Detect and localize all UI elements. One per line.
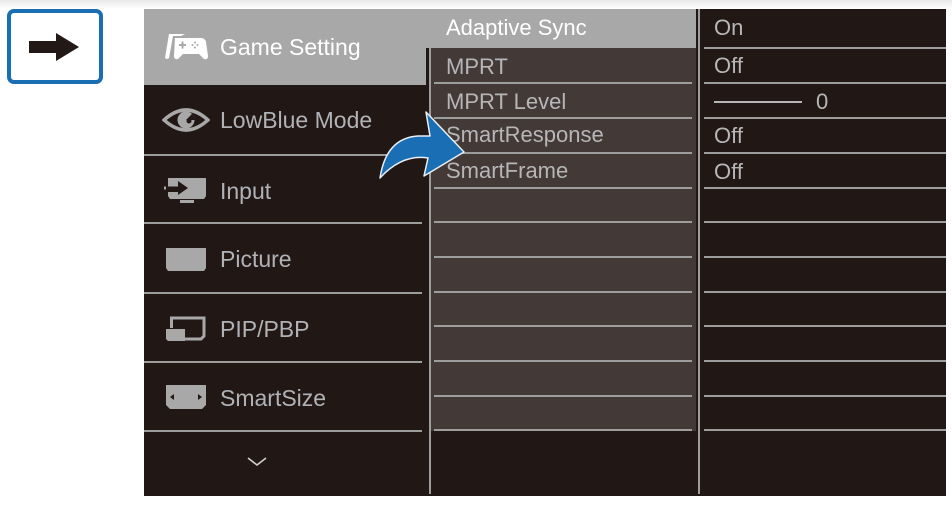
menu-item-label: Game Setting xyxy=(220,33,361,60)
curved-arrow-icon xyxy=(379,111,465,179)
row-divider xyxy=(704,221,946,223)
submenu-item-mprt[interactable]: MPRT xyxy=(446,50,686,84)
submenu-item-adaptive-sync[interactable]: Adaptive Sync xyxy=(446,11,686,45)
menu-item-pip-pbp[interactable]: PIP/PBP xyxy=(144,294,422,364)
value-column: On Off 0 Off Off xyxy=(696,9,946,496)
picture-icon xyxy=(162,243,210,275)
mprt-level-slider[interactable] xyxy=(714,101,802,103)
submenu: Adaptive Sync MPRT MPRT Level SmartRespo… xyxy=(426,9,696,496)
submenu-item-smartframe[interactable]: SmartFrame xyxy=(446,154,686,188)
submenu-item-smartresponse[interactable]: SmartResponse xyxy=(446,118,686,152)
navigation-indicator xyxy=(7,9,103,84)
menu-item-label: PIP/PBP xyxy=(220,315,310,342)
value-adaptive-sync[interactable]: On xyxy=(714,11,934,45)
eye-icon xyxy=(162,104,210,136)
gamepad-icon xyxy=(162,31,210,63)
row-divider xyxy=(434,360,692,362)
submenu-item-mprt-level[interactable]: MPRT Level xyxy=(446,85,686,119)
main-menu: Game Setting LowBlue Mode Input Picture … xyxy=(144,9,426,496)
row-divider xyxy=(704,82,946,84)
chevron-down-icon[interactable] xyxy=(246,456,268,468)
menu-item-smartsize[interactable]: SmartSize xyxy=(144,363,422,433)
menu-item-label: Input xyxy=(220,177,272,204)
row-divider xyxy=(434,187,692,189)
row-divider xyxy=(434,325,692,327)
row-divider xyxy=(704,325,946,327)
value-smartframe[interactable]: Off xyxy=(714,155,934,189)
row-divider xyxy=(704,395,946,397)
value-smartresponse[interactable]: Off xyxy=(714,119,934,153)
value-mprt[interactable]: Off xyxy=(714,49,934,83)
smartsize-icon xyxy=(162,382,210,414)
row-divider xyxy=(704,360,946,362)
row-divider xyxy=(434,256,692,258)
menu-item-game-setting[interactable]: Game Setting xyxy=(144,9,426,85)
top-shade xyxy=(0,0,952,9)
row-divider xyxy=(704,291,946,293)
row-divider xyxy=(704,152,946,154)
menu-item-label: LowBlue Mode xyxy=(220,106,373,133)
menu-item-label: Picture xyxy=(220,245,292,272)
row-divider xyxy=(704,256,946,258)
row-divider xyxy=(704,429,946,431)
row-divider xyxy=(434,291,692,293)
input-icon xyxy=(162,175,210,207)
row-divider xyxy=(434,395,692,397)
right-arrow-icon xyxy=(29,32,79,61)
menu-item-label: SmartSize xyxy=(220,384,327,411)
menu-item-picture[interactable]: Picture xyxy=(144,224,422,294)
row-divider xyxy=(434,82,692,84)
pip-pbp-icon xyxy=(162,313,210,345)
row-divider xyxy=(704,187,946,189)
value-divider xyxy=(698,9,700,494)
row-divider xyxy=(434,429,692,431)
mprt-level-value: 0 xyxy=(816,89,829,114)
row-divider xyxy=(434,221,692,223)
osd-menu: Game Setting LowBlue Mode Input Picture … xyxy=(144,9,946,496)
menu-separator xyxy=(144,430,422,432)
